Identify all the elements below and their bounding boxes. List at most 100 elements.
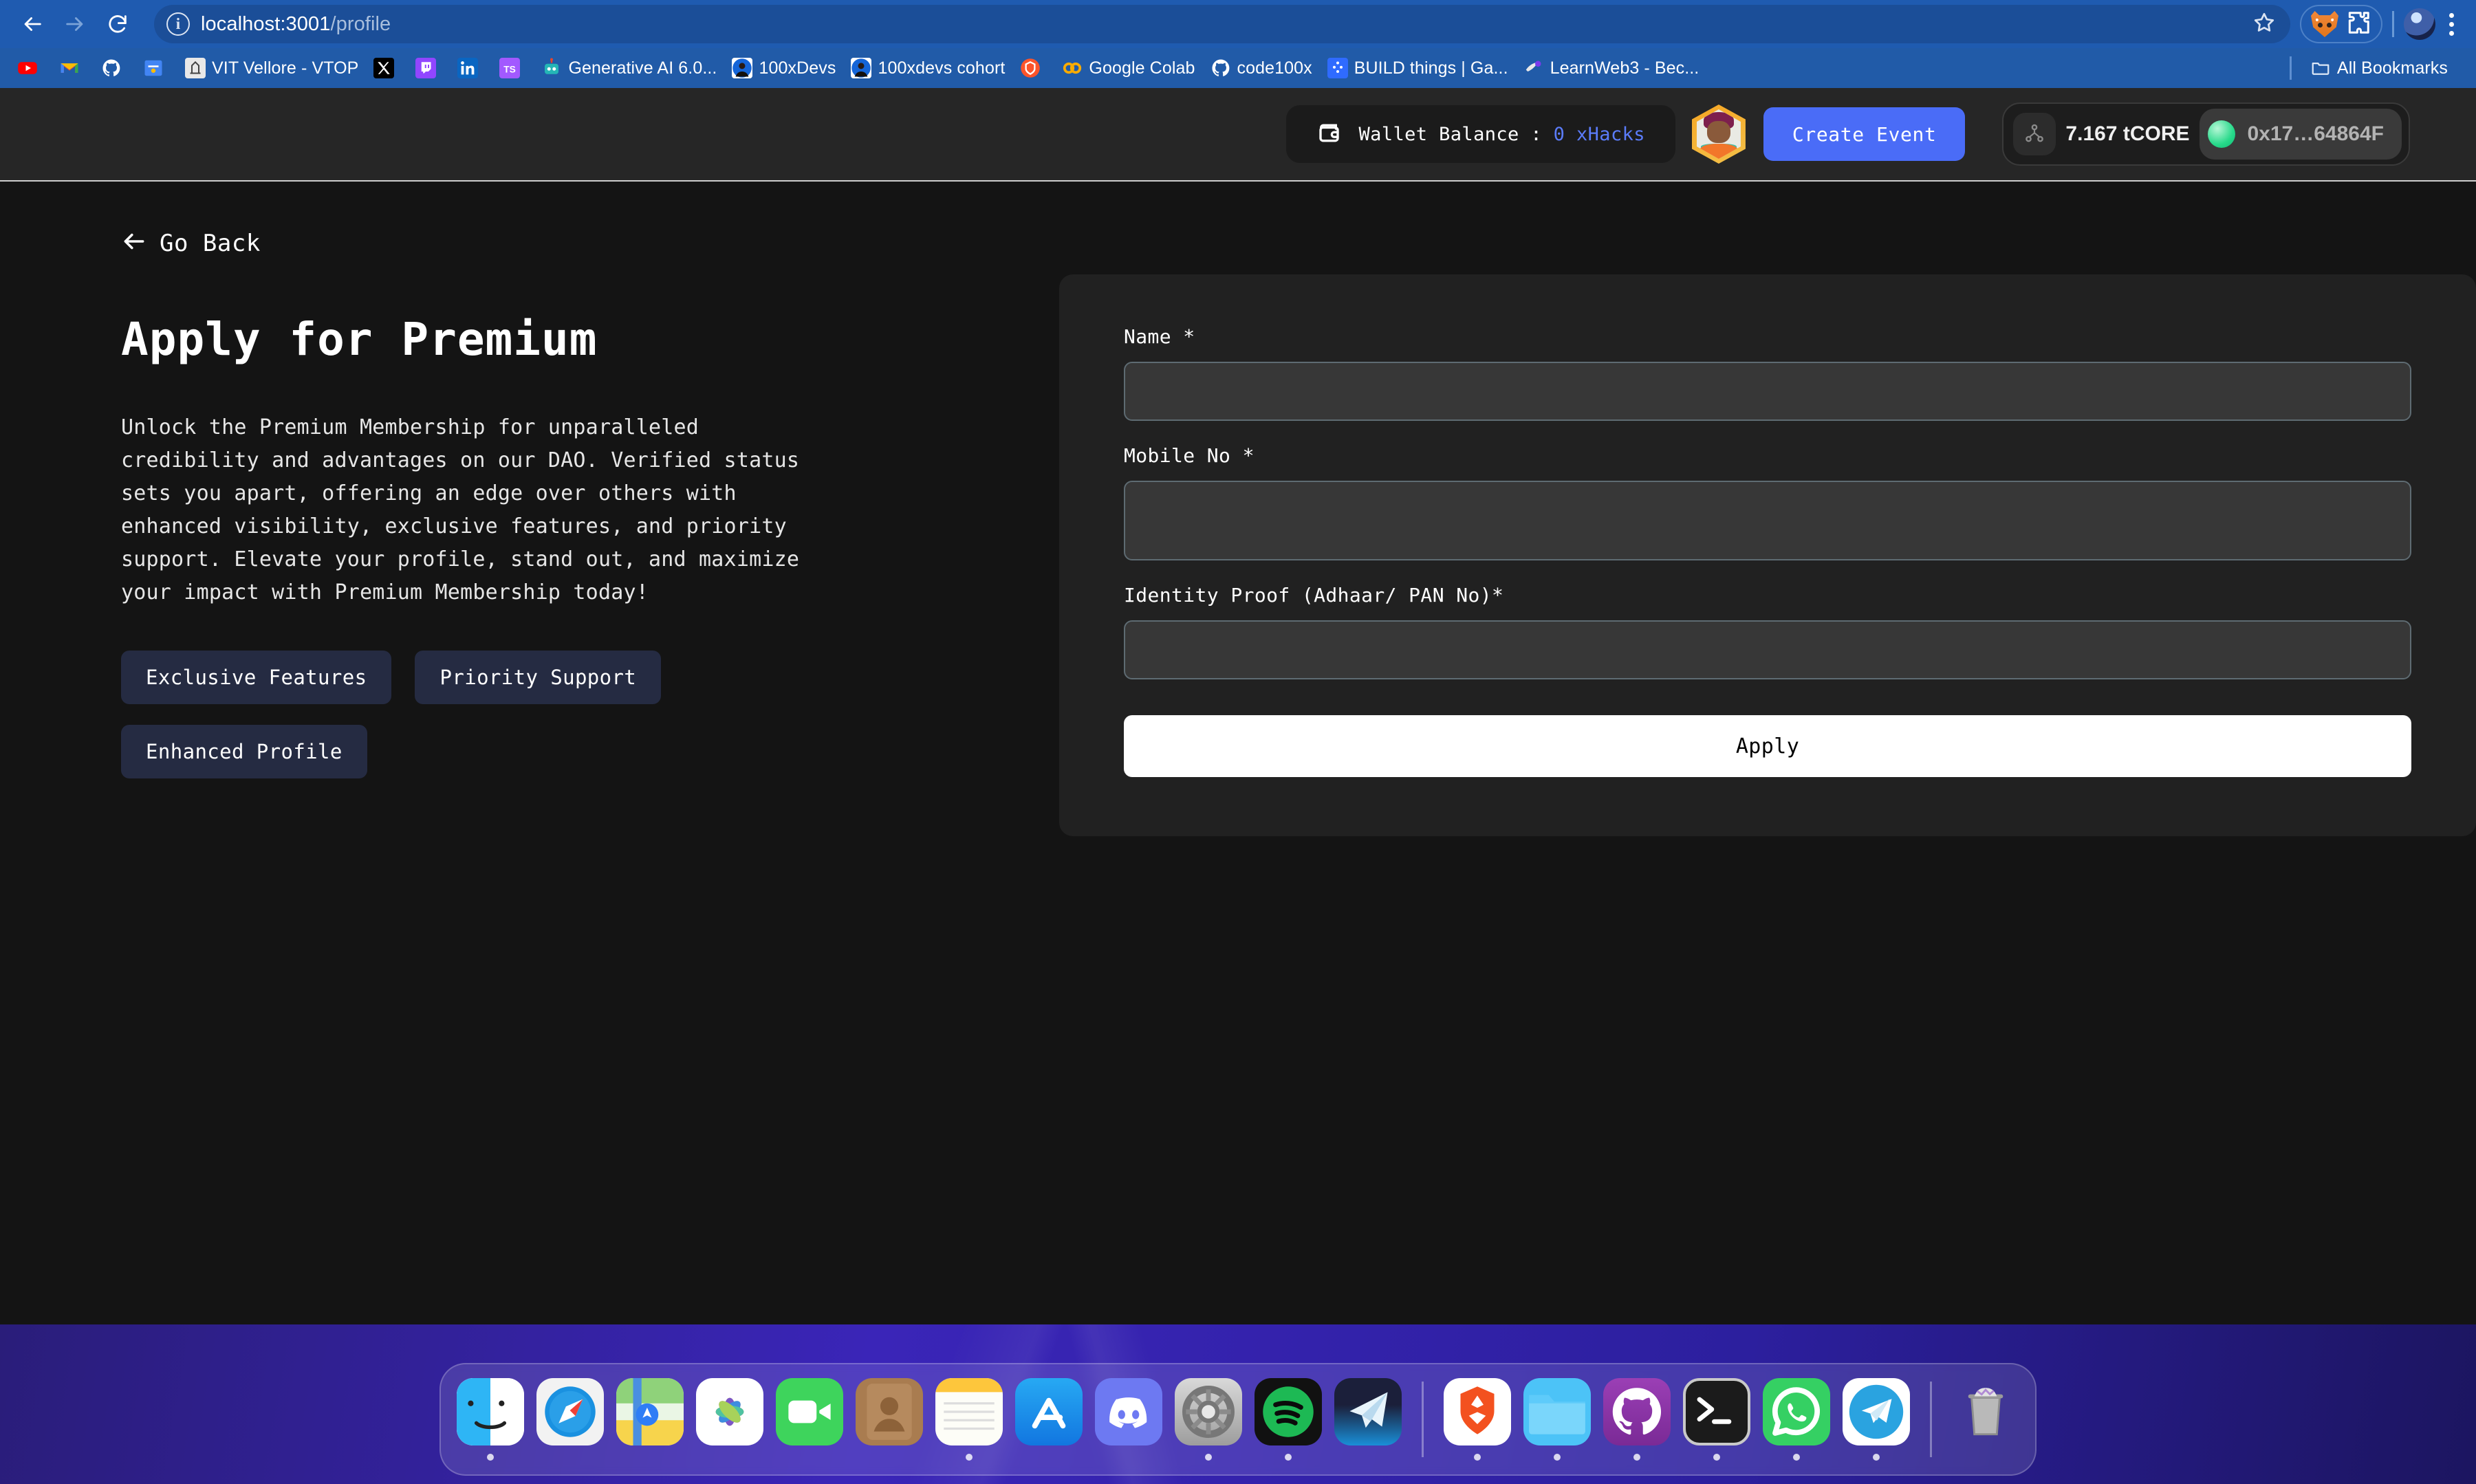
feature-chip-priority-support[interactable]: Priority Support [415, 651, 662, 704]
network-balance-text: 7.167 tCORE [2065, 122, 2190, 145]
running-indicator [647, 1454, 653, 1461]
github-desktop-icon [1603, 1378, 1671, 1445]
robot-icon [541, 58, 562, 78]
running-indicator [1045, 1454, 1052, 1461]
bookmark-github[interactable] [94, 54, 135, 82]
wallet-address-pill[interactable]: 0x17…64864F [2199, 109, 2402, 160]
bookmark-generative-ai[interactable]: Generative AI 6.0... [534, 54, 724, 82]
dock-item-photos[interactable] [693, 1378, 767, 1461]
bookmark-x-twitter[interactable] [366, 54, 408, 82]
learnweb3-icon [1523, 58, 1544, 78]
bookmark-label: BUILD things | Ga... [1354, 58, 1508, 78]
bookmark-star-icon[interactable] [2252, 10, 2277, 39]
apply-button[interactable]: Apply [1124, 715, 2411, 777]
discord-icon [1095, 1378, 1162, 1445]
dock-item-github-desktop[interactable] [1600, 1378, 1674, 1461]
wallet-balance-pill[interactable]: Wallet Balance : 0 xHacks [1285, 105, 1675, 163]
github-icon [101, 58, 122, 78]
forward-arrow-icon [66, 17, 83, 31]
name-input[interactable] [1124, 362, 2411, 421]
running-indicator [487, 1454, 494, 1461]
dock-item-notes[interactable] [932, 1378, 1006, 1461]
dock-item-discord[interactable] [1092, 1378, 1166, 1461]
metamask-fox-icon[interactable] [2311, 11, 2338, 37]
bookmark-linkedin[interactable] [450, 54, 492, 82]
running-indicator [1982, 1454, 1989, 1461]
dock-item-terminal[interactable] [1680, 1378, 1754, 1461]
mobile-no-input[interactable] [1124, 481, 2411, 560]
running-indicator [726, 1454, 733, 1461]
network-balance-pill[interactable]: 7.167 tCORE 0x17…64864F [2002, 102, 2410, 166]
browser-chrome: i localhost:3001/profile VIT Vellore - V… [0, 0, 2476, 88]
dock-item-spotify[interactable] [1251, 1378, 1325, 1461]
bookmark-label: Generative AI 6.0... [568, 58, 717, 78]
feature-chip-enhanced-profile[interactable]: Enhanced Profile [121, 725, 367, 778]
spotify-icon [1255, 1378, 1322, 1445]
extensions-puzzle-icon[interactable] [2345, 10, 2371, 39]
create-event-button[interactable]: Create Event [1763, 107, 1966, 161]
dock-item-downloads-folder[interactable] [1520, 1378, 1594, 1461]
bookmarks-bar-right: All Bookmarks [2289, 54, 2466, 82]
dock-item-trash[interactable] [1948, 1378, 2023, 1461]
bookmark-100xdevs-cohort[interactable]: 100xdevs cohort [843, 54, 1012, 82]
bookmark-twitch[interactable] [408, 54, 450, 82]
bookmark-brave[interactable] [1012, 54, 1054, 82]
identity-proof-input[interactable] [1124, 620, 2411, 679]
youtube-icon [17, 58, 38, 78]
all-bookmarks-label: All Bookmarks [2336, 58, 2448, 78]
bookmarks-bar: VIT Vellore - VTOP TS Generative AI 6.0.… [0, 48, 2476, 88]
left-arrow-icon [121, 228, 147, 258]
svg-text:TS: TS [504, 64, 517, 74]
three-dot-menu-icon[interactable] [2440, 12, 2464, 36]
address-bar-text: localhost:3001/profile [201, 12, 391, 35]
linkedin-icon [457, 58, 479, 78]
wallet-icon [1316, 119, 1344, 150]
dock-item-app-store[interactable] [1012, 1378, 1086, 1461]
user-hex-avatar[interactable] [1691, 105, 1746, 164]
feature-chip-exclusive-features[interactable]: Exclusive Features [121, 651, 392, 704]
dock-item-telegram[interactable] [1839, 1378, 1913, 1461]
contacts-icon [856, 1378, 923, 1445]
x-twitter-icon [373, 58, 395, 78]
chrome-profile-avatar[interactable] [2404, 8, 2435, 40]
all-bookmarks-button[interactable]: All Bookmarks [2303, 54, 2455, 82]
bookmark-100xdevs[interactable]: 100xDevs [724, 54, 843, 82]
back-arrow-icon [24, 17, 41, 31]
bookmark-learnweb3[interactable]: LearnWeb3 - Bec... [1516, 54, 1707, 82]
dock-item-facetime[interactable] [772, 1378, 847, 1461]
browser-toolbar: i localhost:3001/profile [0, 0, 2476, 48]
extensions-pill [2300, 5, 2382, 43]
dock-item-brave[interactable] [1440, 1378, 1514, 1461]
dock-item-finder[interactable] [453, 1378, 528, 1461]
running-indicator [1873, 1454, 1880, 1461]
bookmark-vit-vellore-vtop[interactable]: VIT Vellore - VTOP [177, 54, 366, 82]
bookmark-gmail[interactable] [52, 54, 94, 82]
app-store-icon [1015, 1378, 1083, 1445]
forward-button[interactable] [55, 4, 95, 44]
bookmarks-divider [2289, 56, 2292, 80]
running-indicator [966, 1454, 973, 1461]
reload-icon [109, 15, 127, 33]
bookmark-typescript[interactable]: TS [492, 54, 534, 82]
dock-item-system-settings[interactable] [1171, 1378, 1246, 1461]
reload-button[interactable] [98, 4, 138, 44]
address-bar[interactable]: i localhost:3001/profile [154, 5, 2290, 43]
dock-item-safari[interactable] [533, 1378, 607, 1461]
bookmark-code100x[interactable]: code100x [1203, 54, 1320, 82]
site-info-icon[interactable]: i [166, 12, 190, 36]
connected-status-dot [2207, 120, 2235, 148]
dock-item-whatsapp[interactable] [1759, 1378, 1834, 1461]
dock-item-maps[interactable] [613, 1378, 687, 1461]
back-button[interactable] [12, 4, 52, 44]
bookmark-label: Google Colab [1089, 58, 1195, 78]
info-column: Apply for Premium Unlock the Premium Mem… [121, 313, 912, 836]
go-back-button[interactable]: Go Back [121, 228, 261, 258]
bookmark-build-things[interactable]: BUILD things | Ga... [1320, 54, 1516, 82]
bookmark-google-classroom[interactable] [135, 54, 177, 82]
bookmark-youtube[interactable] [10, 54, 52, 82]
dock-item-contacts[interactable] [852, 1378, 926, 1461]
dock-divider [1422, 1382, 1424, 1457]
dock-item-telegram-desktop[interactable] [1331, 1378, 1405, 1461]
bookmark-google-colab[interactable]: Google Colab [1054, 54, 1202, 82]
running-indicator [806, 1454, 813, 1461]
